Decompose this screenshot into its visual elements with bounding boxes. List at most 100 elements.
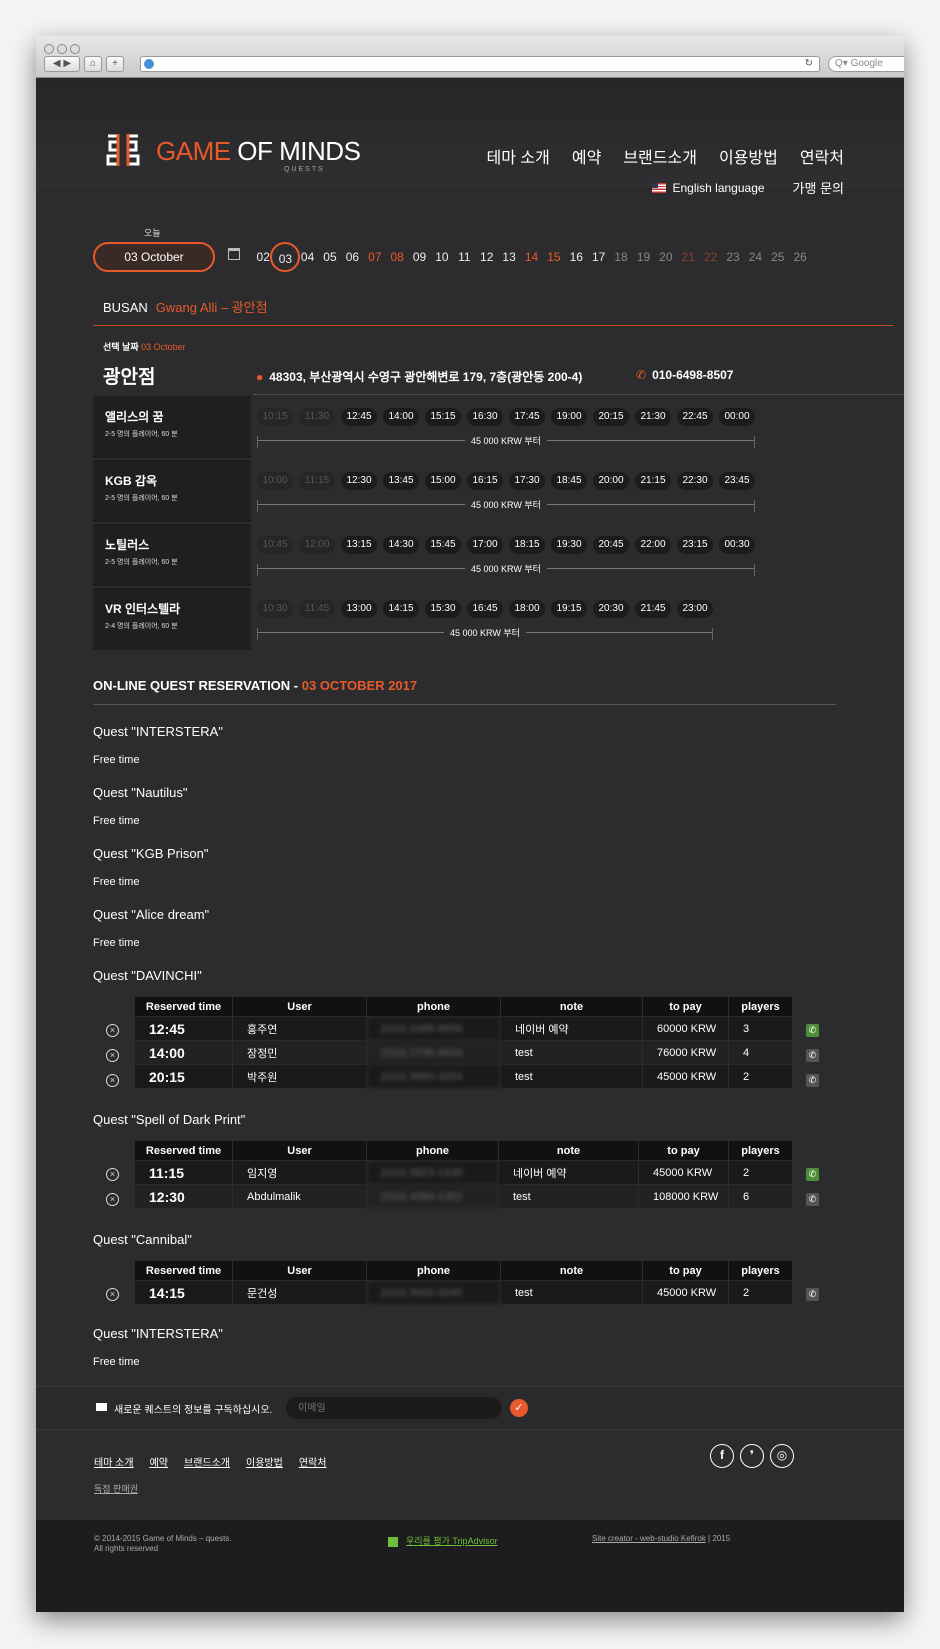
facebook-icon[interactable]: f (710, 1444, 734, 1468)
time-slot[interactable]: 13:45 (383, 472, 419, 490)
time-slot[interactable]: 15:45 (425, 536, 461, 554)
cancel-reservation-icon[interactable]: × (106, 1193, 119, 1206)
day-06[interactable]: 06 (341, 242, 363, 272)
nav-brand[interactable]: 브랜드소개 (623, 144, 697, 168)
day-17[interactable]: 17 (587, 242, 609, 272)
date-picker-button[interactable]: 03 October (93, 242, 215, 272)
day-26[interactable]: 26 (789, 242, 811, 272)
day-04[interactable]: 04 (296, 242, 318, 272)
day-10[interactable]: 10 (431, 242, 453, 272)
day-14[interactable]: 14 (520, 242, 542, 272)
footer-nav-howto[interactable]: 이용방법 (246, 1454, 283, 1469)
time-slot[interactable]: 17:00 (467, 536, 503, 554)
time-slot[interactable]: 17:45 (509, 408, 545, 426)
day-13[interactable]: 13 (498, 242, 520, 272)
time-slot[interactable]: 17:30 (509, 472, 545, 490)
call-phone-icon[interactable]: ✆ (806, 1288, 819, 1301)
time-slot[interactable]: 13:15 (341, 536, 377, 554)
day-12[interactable]: 12 (476, 242, 498, 272)
table-row[interactable]: 12:30 Abdulmalik (010) 4084-1352 test 108000… (134, 1184, 793, 1209)
table-row[interactable]: 20:15 박주원 (010) 9990-3254 test 45000 KRW 2 (134, 1064, 793, 1089)
footer-nav-booking[interactable]: 예약 (150, 1454, 168, 1469)
subscribe-submit-button[interactable]: ✓ (510, 1399, 528, 1417)
footer-nav-themes[interactable]: 테마 소개 (94, 1454, 134, 1469)
day-05[interactable]: 05 (319, 242, 341, 272)
day-18[interactable]: 18 (610, 242, 632, 272)
footer-nav-contact[interactable]: 연락처 (299, 1454, 327, 1469)
creator-link[interactable]: Site creator - web-studio Kefirok (592, 1534, 706, 1543)
call-phone-icon[interactable]: ✆ (806, 1193, 819, 1206)
cancel-reservation-icon[interactable]: × (106, 1049, 119, 1062)
day-25[interactable]: 25 (767, 242, 789, 272)
new-tab-button[interactable]: + (106, 56, 124, 72)
time-slot[interactable]: 18:00 (509, 600, 545, 618)
time-slot[interactable]: 14:15 (383, 600, 419, 618)
call-phone-icon[interactable]: ✆ (806, 1024, 819, 1037)
footer-nav-brand[interactable]: 브랜드소개 (184, 1454, 230, 1469)
day-21[interactable]: 21 (677, 242, 699, 272)
branch-link[interactable]: Gwang Alli – 광안점 (156, 300, 268, 315)
blog-icon[interactable]: ❜ (740, 1444, 764, 1468)
time-slot[interactable]: 16:15 (467, 472, 503, 490)
time-slot[interactable]: 21:15 (635, 472, 671, 490)
nav-booking[interactable]: 예약 (572, 144, 601, 168)
time-slot[interactable]: 15:30 (425, 600, 461, 618)
time-slot[interactable]: 20:00 (593, 472, 629, 490)
english-language-link[interactable]: English language (652, 181, 765, 195)
back-forward-buttons[interactable]: ◀ ▶ (44, 56, 80, 72)
time-slot[interactable]: 22:00 (635, 536, 671, 554)
quest-name-card[interactable]: KGB 감옥 2-5 명의 플레이어, 60 분 (93, 460, 251, 522)
time-slot[interactable]: 14:00 (383, 408, 419, 426)
email-input[interactable] (286, 1397, 502, 1419)
reload-icon[interactable]: ↻ (805, 58, 813, 69)
nav-contact[interactable]: 연락처 (800, 144, 844, 168)
day-20[interactable]: 20 (655, 242, 677, 272)
time-slot[interactable]: 23:00 (677, 600, 713, 618)
time-slot[interactable]: 00:30 (719, 536, 755, 554)
day-11[interactable]: 11 (453, 242, 475, 272)
nav-howto[interactable]: 이용방법 (719, 144, 778, 168)
day-22[interactable]: 22 (699, 242, 721, 272)
home-icon[interactable]: ⌂ (84, 56, 102, 72)
call-phone-icon[interactable]: ✆ (806, 1168, 819, 1181)
day-19[interactable]: 19 (632, 242, 654, 272)
table-row[interactable]: 12:45 홍주연 (010) 2486-9656 네이버 예약 60000 KRW 3 (134, 1016, 793, 1041)
time-slot[interactable]: 19:15 (551, 600, 587, 618)
time-slot[interactable]: 00:00 (719, 408, 755, 426)
url-bar[interactable]: ↻ (140, 56, 820, 72)
cancel-reservation-icon[interactable]: × (106, 1074, 119, 1087)
dealer-link[interactable]: 독점 판매권 (94, 1482, 138, 1495)
brain-logo-icon[interactable] (102, 130, 144, 170)
time-slot[interactable]: 19:30 (551, 536, 587, 554)
day-23[interactable]: 23 (722, 242, 744, 272)
tripadvisor-link[interactable]: 우리를 평가 TripAdvisor (388, 1534, 498, 1547)
browser-search-input[interactable]: Q▾ Google (828, 56, 904, 72)
time-slot[interactable]: 16:45 (467, 600, 503, 618)
time-slot[interactable]: 20:15 (593, 408, 629, 426)
time-slot[interactable]: 15:15 (425, 408, 461, 426)
time-slot[interactable]: 22:45 (677, 408, 713, 426)
time-slot[interactable]: 23:45 (719, 472, 755, 490)
day-08[interactable]: 08 (386, 242, 408, 272)
time-slot[interactable]: 12:45 (341, 408, 377, 426)
quest-name-card[interactable]: 앨리스의 꿈 2-5 명의 플레이어, 60 분 (93, 396, 251, 458)
time-slot[interactable]: 21:30 (635, 408, 671, 426)
table-row[interactable]: 11:15 임지영 (010) 8823-1438 네이버 예약 45000 KRW 2 (134, 1160, 793, 1185)
calendar-icon[interactable] (228, 248, 240, 260)
franchise-link[interactable]: 가맹 문의 (793, 178, 844, 197)
quest-name-card[interactable]: VR 인터스텔라 2-4 명의 플레이어, 60 분 (93, 588, 251, 650)
time-slot[interactable]: 12:30 (341, 472, 377, 490)
day-24[interactable]: 24 (744, 242, 766, 272)
logo-text[interactable]: GAME OF MINDS (156, 136, 361, 167)
time-slot[interactable]: 18:45 (551, 472, 587, 490)
call-phone-icon[interactable]: ✆ (806, 1074, 819, 1087)
table-row[interactable]: 14:15 문건성 (010) 9000-4340 test 45000 KRW 2 (134, 1280, 793, 1305)
time-slot[interactable]: 16:30 (467, 408, 503, 426)
time-slot[interactable]: 22:30 (677, 472, 713, 490)
time-slot[interactable]: 14:30 (383, 536, 419, 554)
cancel-reservation-icon[interactable]: × (106, 1168, 119, 1181)
table-row[interactable]: 14:00 장정민 (010) 2736-4004 test 76000 KRW 4 (134, 1040, 793, 1065)
time-slot[interactable]: 15:00 (425, 472, 461, 490)
time-slot[interactable]: 13:00 (341, 600, 377, 618)
day-07[interactable]: 07 (364, 242, 386, 272)
